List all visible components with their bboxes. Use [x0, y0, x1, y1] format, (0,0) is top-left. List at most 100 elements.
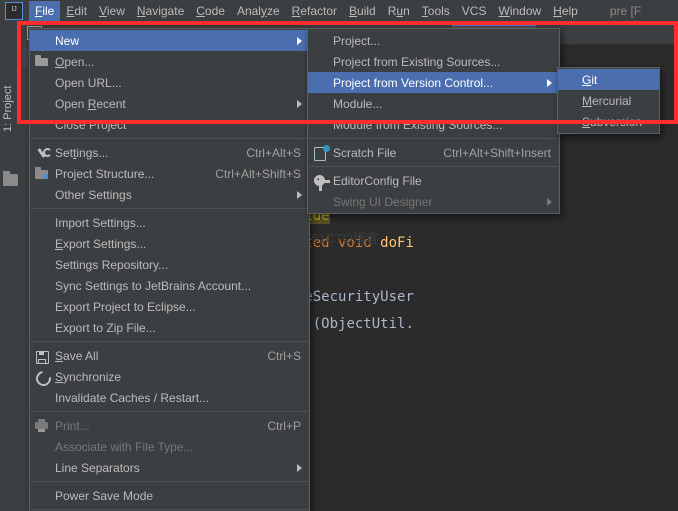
menubar-item-help[interactable]: Help [547, 1, 584, 22]
menubar-item-analyze[interactable]: Analyze [231, 1, 286, 22]
menu-icon-placeholder [312, 117, 328, 133]
menu-item-open-url[interactable]: Open URL... [30, 72, 309, 93]
submenu-arrow-icon [297, 463, 302, 472]
menu-item-label: Save All [55, 348, 99, 363]
menu-icon-placeholder [34, 187, 50, 203]
menubar-item-label: Edit [66, 3, 88, 18]
menu-item-sync-settings-to-jetbrains-account[interactable]: Sync Settings to JetBrains Account... [30, 275, 309, 296]
menubar-item-label: Build [349, 3, 376, 18]
menu-icon-placeholder [34, 75, 50, 91]
menu-separator [31, 509, 308, 510]
menu-icon-placeholder [34, 488, 50, 504]
menu-item-git[interactable]: Git [558, 69, 659, 90]
menu-icon-placeholder [34, 236, 50, 252]
menu-item-close-project[interactable]: Close Project [30, 114, 309, 135]
menu-item-other-settings[interactable]: Other Settings [30, 184, 309, 205]
menubar-item-view[interactable]: View [93, 1, 131, 22]
menu-item-module[interactable]: Module... [308, 93, 559, 114]
menubar-item-edit[interactable]: Edit [60, 1, 93, 22]
menubar-item-label: Navigate [136, 3, 185, 18]
menu-item-label: EditorConfig File [333, 173, 422, 188]
menu-item-project-from-version-control[interactable]: Project from Version Control... [308, 72, 559, 93]
menu-icon-placeholder [34, 390, 50, 406]
menu-item-synchronize[interactable]: Synchronize [30, 366, 309, 389]
menu-item-module-from-existing-sources[interactable]: Module from Existing Sources... [308, 114, 559, 135]
menu-item-label: Scratch File [333, 145, 397, 160]
menu-icon-placeholder [34, 215, 50, 231]
menu-item-label: Export Project to Eclipse... [55, 299, 196, 314]
menu-item-open[interactable]: Open... [30, 51, 309, 72]
menubar-item-code[interactable]: Code [190, 1, 231, 22]
menu-item-label: Close Project [55, 117, 127, 132]
menu-item-shortcut: Ctrl+Alt+S [246, 145, 301, 160]
menu-item-label: Export to Zip File... [55, 320, 156, 335]
submenu-arrow-icon [547, 78, 552, 87]
menu-item-new[interactable]: New [30, 30, 309, 51]
menu-item-subversion[interactable]: Subversion [558, 111, 659, 132]
menu-item-label: Module from Existing Sources... [333, 117, 503, 132]
gear-icon [312, 173, 330, 191]
menubar-item-file[interactable]: File [29, 0, 61, 22]
menu-item-line-separators[interactable]: Line Separators [30, 457, 309, 478]
menu-item-settings[interactable]: Settings... Ctrl+Alt+S [30, 142, 309, 163]
menubar-item-label: Code [196, 3, 225, 18]
menu-item-label: Project from Version Control... [333, 75, 494, 90]
menu-item-power-save-mode[interactable]: Power Save Mode [30, 485, 309, 506]
new-submenu-popup: Project... Project from Existing Sources.… [307, 28, 560, 214]
menu-item-invalidate-caches-restart[interactable]: Invalidate Caches / Restart... [30, 387, 309, 408]
sync-icon [33, 367, 54, 389]
menu-icon-placeholder [34, 117, 50, 133]
menu-item-scratch-file[interactable]: Scratch File Ctrl+Alt+Shift+Insert [308, 142, 559, 163]
menu-item-label: Swing UI Designer [333, 194, 433, 209]
menu-item-project-from-existing-sources[interactable]: Project from Existing Sources... [308, 51, 559, 72]
menu-separator [31, 411, 308, 412]
menu-item-associate-with-file-type: Associate with File Type... [30, 436, 309, 457]
menu-item-label: Project Structure... [55, 166, 155, 181]
menu-item-shortcut: Ctrl+Alt+Shift+Insert [443, 145, 551, 160]
left-tool-strip: 1: Project [0, 22, 23, 511]
menu-icon-placeholder [312, 54, 328, 70]
menu-item-save-all[interactable]: Save All Ctrl+S [30, 345, 309, 366]
menu-item-import-settings[interactable]: Import Settings... [30, 212, 309, 233]
menubar-item-vcs[interactable]: VCS [456, 1, 493, 22]
menu-icon-placeholder [34, 96, 50, 112]
code-token: doFi [380, 235, 414, 251]
menubar-item-window[interactable]: Window [492, 1, 547, 22]
menubar-item-tools[interactable]: Tools [416, 1, 456, 22]
menu-icon-placeholder [34, 460, 50, 476]
menubar-item-label: Refactor [291, 3, 338, 18]
menu-item-export-to-zip-file[interactable]: Export to Zip File... [30, 317, 309, 338]
menu-item-shortcut: Ctrl+Alt+Shift+S [215, 166, 301, 181]
folder-icon[interactable] [3, 171, 18, 186]
scratch-file-icon [312, 144, 330, 161]
submenu-arrow-icon [297, 190, 302, 199]
menu-item-open-recent[interactable]: Open Recent [30, 93, 309, 114]
menu-item-label: Power Save Mode [55, 488, 154, 503]
menu-item-swing-ui-designer: Swing UI Designer [308, 191, 559, 212]
menu-item-export-project-to-eclipse[interactable]: Export Project to Eclipse... [30, 296, 309, 317]
menu-separator [31, 138, 308, 139]
menu-icon-placeholder [34, 278, 50, 294]
menubar-item-build[interactable]: Build [343, 1, 382, 22]
menu-item-editorconfig-file[interactable]: EditorConfig File [308, 170, 559, 191]
menubar-item-navigate[interactable]: Navigate [131, 1, 190, 22]
menu-item-label: Project from Existing Sources... [333, 54, 501, 69]
print-icon [34, 418, 50, 434]
menu-separator [309, 166, 558, 167]
submenu-arrow-icon [547, 197, 552, 206]
menu-icon-placeholder [34, 320, 50, 336]
menu-item-settings-repository[interactable]: Settings Repository... [30, 254, 309, 275]
sidebar-item-project[interactable]: 1: Project [2, 70, 19, 148]
menu-item-label: Settings... [55, 145, 109, 160]
menu-item-mercurial[interactable]: Mercurial [558, 90, 659, 111]
menu-item-project-structure[interactable]: Project Structure... Ctrl+Alt+Shift+S [30, 163, 309, 184]
menubar-item-refactor[interactable]: Refactor [286, 1, 343, 22]
menu-item-label: Settings Repository... [55, 257, 169, 272]
submenu-arrow-icon [297, 36, 302, 45]
watermark-text: @51CTO博客 [298, 231, 379, 246]
menu-item-project[interactable]: Project... [308, 30, 559, 51]
version-control-submenu-popup: Git Mercurial Subversion [557, 67, 660, 134]
menubar-item-label: Run [387, 3, 410, 18]
menu-item-export-settings[interactable]: Export Settings... [30, 233, 309, 254]
menubar-item-run[interactable]: Run [382, 1, 416, 22]
